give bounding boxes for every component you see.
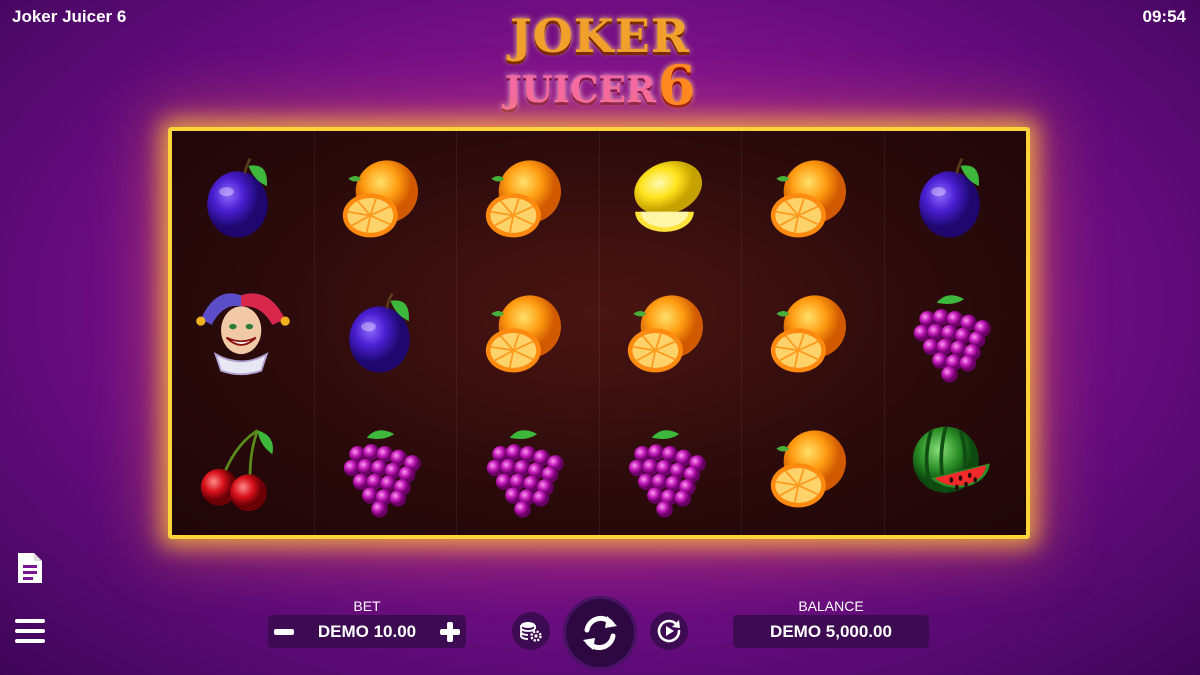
plum-symbol bbox=[919, 158, 980, 238]
plum-symbol bbox=[349, 292, 410, 373]
reel-cell bbox=[742, 266, 884, 401]
game-logo: JOKER JUICER 6 bbox=[480, 10, 720, 128]
bet-value: DEMO 10.00 bbox=[317, 621, 417, 641]
game-title: Joker Juicer 6 bbox=[12, 7, 127, 26]
orange-symbol bbox=[485, 295, 561, 373]
reel-5 bbox=[742, 131, 885, 535]
spin-button[interactable] bbox=[563, 596, 637, 670]
reel-cell bbox=[457, 131, 599, 266]
grapes-symbol bbox=[344, 429, 421, 518]
reel-4 bbox=[600, 131, 742, 535]
orange-symbol bbox=[770, 160, 846, 238]
reel-cell bbox=[315, 266, 457, 401]
reel-cell bbox=[457, 266, 599, 401]
decrease-bet-button[interactable] bbox=[268, 615, 300, 648]
reel-cell bbox=[172, 266, 314, 401]
grapes-symbol bbox=[914, 295, 991, 383]
reel-cell bbox=[742, 131, 884, 266]
hamburger-menu-icon bbox=[15, 619, 45, 643]
bet-selector: DEMO 10.00 bbox=[268, 615, 466, 648]
reel-cell bbox=[315, 400, 457, 535]
balance-label: BALANCE bbox=[798, 598, 864, 614]
reel-cell bbox=[885, 266, 1027, 401]
autoplay-icon bbox=[657, 619, 681, 643]
bet-label: BET bbox=[353, 598, 381, 614]
reel-1 bbox=[172, 131, 315, 535]
lemon-symbol bbox=[634, 161, 703, 233]
orange-symbol bbox=[770, 430, 846, 508]
reel-cell bbox=[742, 400, 884, 535]
reel-cell bbox=[600, 266, 742, 401]
reel-cell bbox=[600, 400, 742, 535]
clock: 09:54 bbox=[1142, 7, 1186, 26]
plum-symbol bbox=[207, 158, 268, 238]
cherries-symbol bbox=[200, 428, 273, 511]
joker-symbol bbox=[196, 293, 290, 376]
increase-bet-button[interactable] bbox=[434, 615, 466, 648]
reel-cell bbox=[885, 400, 1027, 535]
minus-icon bbox=[274, 628, 294, 635]
document-icon bbox=[18, 553, 42, 583]
reel-cell bbox=[600, 131, 742, 266]
reel-cell bbox=[172, 131, 314, 266]
grapes-symbol bbox=[486, 429, 564, 518]
menu-button[interactable] bbox=[12, 613, 48, 649]
autoplay-button[interactable] bbox=[650, 612, 688, 650]
balance-value: DEMO 5,000.00 bbox=[733, 615, 929, 648]
reel-cell bbox=[172, 400, 314, 535]
watermelon-symbol bbox=[913, 425, 991, 493]
grapes-symbol bbox=[629, 429, 706, 518]
reel-cell bbox=[457, 400, 599, 535]
paytable-button[interactable] bbox=[12, 550, 48, 586]
orange-symbol bbox=[485, 160, 561, 238]
coin-settings-button[interactable] bbox=[512, 612, 550, 650]
reel-cell bbox=[315, 131, 457, 266]
logo-six-text: 6 bbox=[657, 53, 696, 117]
orange-symbol bbox=[343, 160, 419, 238]
reel-cell bbox=[885, 131, 1027, 266]
reel-2 bbox=[315, 131, 457, 535]
orange-symbol bbox=[770, 295, 846, 373]
reel-3 bbox=[457, 131, 600, 535]
reel-grid bbox=[168, 127, 1030, 539]
spin-arrows-icon bbox=[583, 615, 617, 651]
coin-settings-icon bbox=[520, 622, 542, 642]
reel-6 bbox=[885, 131, 1027, 535]
orange-symbol bbox=[628, 295, 704, 373]
plus-icon bbox=[439, 621, 460, 642]
logo-juicer-text: JUICER bbox=[504, 69, 656, 111]
